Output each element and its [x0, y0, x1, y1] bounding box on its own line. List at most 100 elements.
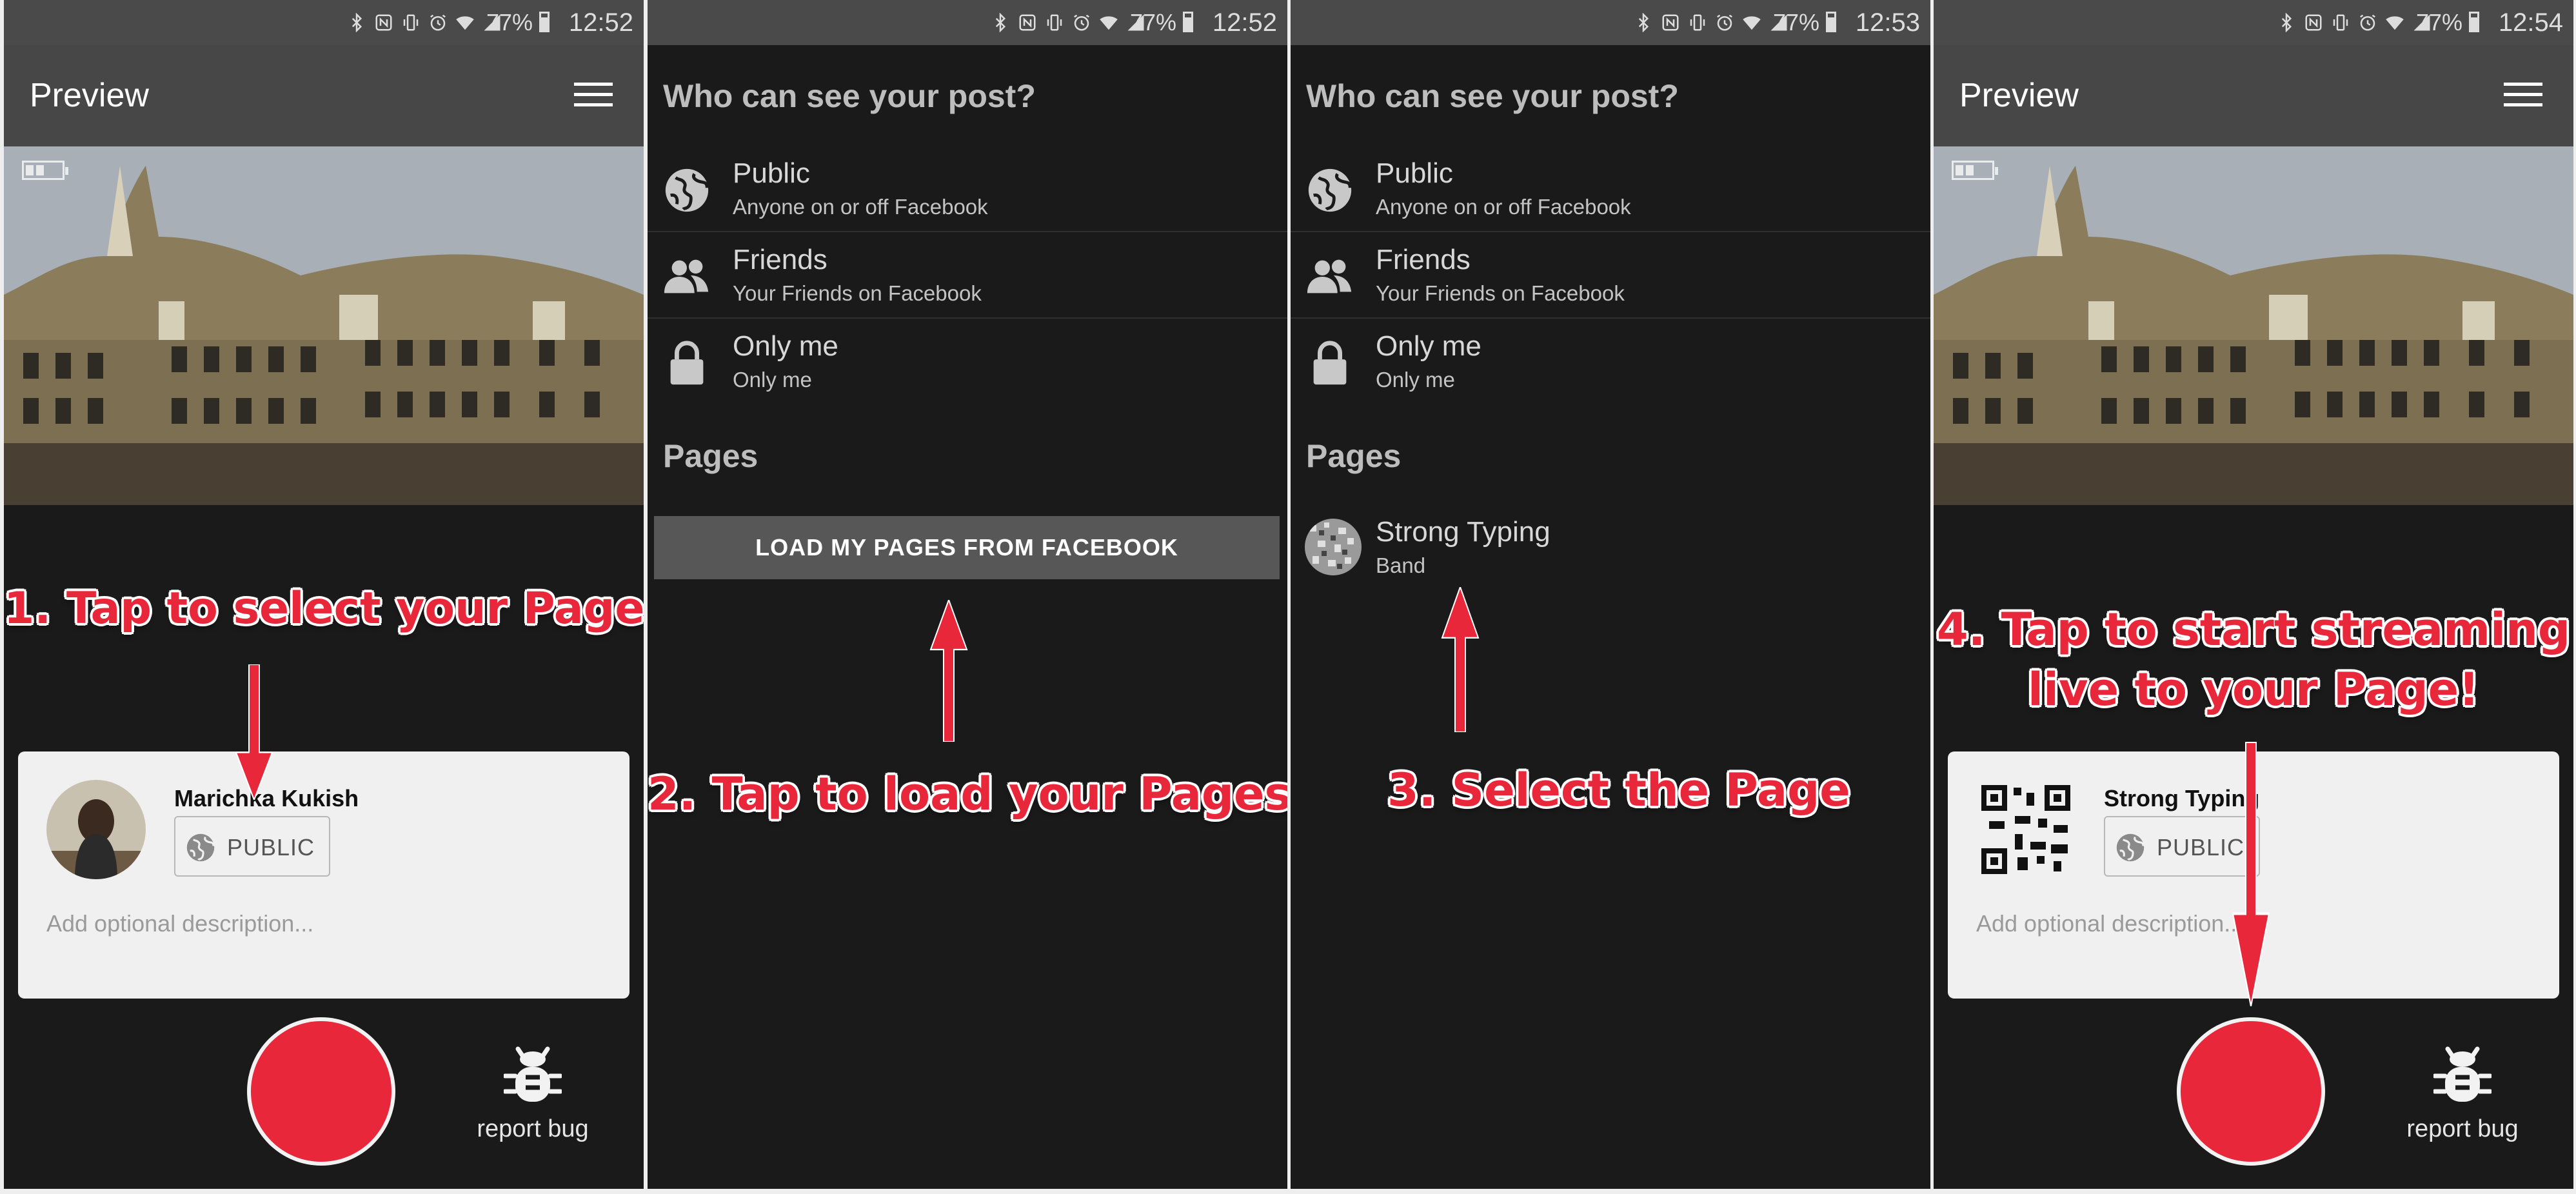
wifi-icon [1099, 13, 1118, 32]
screen-privacy-2: 77% 12:53 Who can see your post? Public … [1291, 0, 1930, 1189]
report-bug-label: report bug [477, 1115, 589, 1142]
menu-icon[interactable] [2504, 83, 2542, 107]
friends-icon [662, 252, 712, 302]
option-label: Only me [733, 330, 838, 362]
vibrate-icon [401, 13, 421, 32]
alarm-icon [2358, 13, 2377, 32]
menu-icon[interactable] [574, 83, 613, 107]
globe-icon [662, 165, 712, 215]
privacy-option-public[interactable]: Public Anyone on or off Facebook [648, 144, 1287, 232]
bluetooth-icon [347, 13, 366, 32]
description-input[interactable]: Add optional description... [46, 910, 313, 937]
annotation-step-3: 3. Select the Page [1387, 764, 1850, 817]
nfc-icon [2304, 13, 2323, 32]
option-sublabel: Only me [1376, 368, 1455, 392]
battery-percent: 77% [1129, 9, 1176, 35]
option-sublabel: Your Friends on Facebook [733, 281, 982, 305]
camera-preview-image [1934, 146, 2573, 505]
nfc-icon [1661, 13, 1680, 32]
option-label: Public [1376, 157, 1453, 189]
pages-heading: Pages [663, 438, 758, 474]
annotation-arrow [929, 600, 968, 742]
status-time: 12:52 [568, 8, 633, 37]
wifi-icon [455, 13, 475, 32]
status-bar: 77% 12:54 [1934, 0, 2573, 45]
status-time: 12:53 [1855, 8, 1920, 37]
nfc-icon [374, 13, 393, 32]
annotation-step-1: 1. Tap to select your Page [4, 583, 644, 634]
report-bug-button[interactable]: report bug [2398, 1045, 2527, 1143]
annotation-arrow [2232, 742, 2270, 1006]
toolbar: Preview [1934, 45, 2573, 146]
globe-icon [184, 831, 217, 864]
option-sublabel: Anyone on or off Facebook [733, 195, 988, 219]
camera-preview [4, 146, 644, 505]
lock-icon [662, 338, 712, 388]
alarm-icon [428, 13, 448, 32]
privacy-heading: Who can see your post? [1306, 78, 1679, 114]
status-time: 12:52 [1212, 8, 1277, 37]
status-bar: 77% 12:53 [1291, 0, 1930, 45]
page-option[interactable]: Strong Typing Band [1291, 503, 1930, 591]
lock-icon [1305, 338, 1355, 388]
privacy-label: PUBLIC [227, 834, 315, 861]
record-button[interactable] [251, 1021, 391, 1162]
toolbar: Preview [4, 45, 644, 146]
option-sublabel: Your Friends on Facebook [1376, 281, 1625, 305]
screen-preview-2: 77% 12:54 Preview Strong Typing PUBLIC A… [1934, 0, 2573, 1189]
alarm-icon [1072, 13, 1091, 32]
option-label: Only me [1376, 330, 1481, 362]
privacy-button[interactable]: PUBLIC [174, 816, 330, 877]
record-button[interactable] [2181, 1021, 2321, 1162]
screen-privacy-1: 77% 12:52 Who can see your post? Public … [648, 0, 1287, 1189]
battery-percent: 77% [2415, 9, 2462, 35]
camera-battery-icon [1952, 161, 1998, 180]
annotation-step-4-line-2: live to your Page! [2028, 663, 2479, 716]
annotation-step-4-line-1: 4. Tap to start streaming [1937, 603, 2570, 656]
pages-heading: Pages [1306, 438, 1402, 474]
toolbar-title: Preview [1959, 77, 2079, 114]
battery-icon [539, 12, 550, 32]
battery-percent: 77% [1772, 9, 1819, 35]
privacy-option-only-me[interactable]: Only me Only me [648, 317, 1287, 404]
alarm-icon [1715, 13, 1734, 32]
battery-icon [1183, 12, 1193, 32]
friends-icon [1305, 252, 1355, 302]
page-avatar [1305, 519, 1362, 575]
privacy-option-friends[interactable]: Friends Your Friends on Facebook [1291, 231, 1930, 319]
status-time: 12:54 [2498, 8, 2563, 37]
report-bug-label: report bug [2406, 1115, 2519, 1142]
privacy-heading: Who can see your post? [663, 78, 1036, 114]
page-category: Band [1376, 553, 1426, 577]
battery-percent: 77% [486, 9, 533, 35]
bluetooth-icon [2277, 13, 2296, 32]
toolbar-title: Preview [30, 77, 149, 114]
description-input[interactable]: Add optional description... [1976, 910, 2243, 937]
vibrate-icon [1045, 13, 1064, 32]
page-avatar[interactable] [1976, 780, 2076, 879]
report-bug-button[interactable]: report bug [468, 1045, 597, 1143]
option-sublabel: Anyone on or off Facebook [1376, 195, 1631, 219]
annotation-arrow [1441, 587, 1480, 732]
bug-icon [2433, 1045, 2492, 1107]
bug-icon [504, 1045, 562, 1107]
privacy-option-public[interactable]: Public Anyone on or off Facebook [1291, 144, 1930, 232]
avatar[interactable] [46, 780, 146, 879]
bluetooth-icon [991, 13, 1010, 32]
status-bar: 77% 12:52 [4, 0, 644, 45]
load-pages-button[interactable]: LOAD MY PAGES FROM FACEBOOK [654, 516, 1280, 579]
battery-icon [2469, 12, 2479, 32]
page-name: Strong Typing [1376, 516, 1551, 548]
camera-preview [1934, 146, 2573, 505]
option-label: Friends [733, 244, 827, 275]
option-label: Friends [1376, 244, 1471, 275]
wifi-icon [2385, 13, 2404, 32]
annotation-step-2: 2. Tap to load your Pages [648, 768, 1287, 821]
privacy-option-friends[interactable]: Friends Your Friends on Facebook [648, 231, 1287, 319]
battery-icon [1826, 12, 1836, 32]
camera-battery-icon [22, 161, 68, 180]
post-card: Marichka Kukish PUBLIC Add optional desc… [18, 751, 629, 999]
screen-preview-1: 77% 12:52 Preview Marichka Kukish PUBLIC… [4, 0, 644, 1189]
annotation-arrow [235, 664, 273, 800]
privacy-option-only-me[interactable]: Only me Only me [1291, 317, 1930, 404]
